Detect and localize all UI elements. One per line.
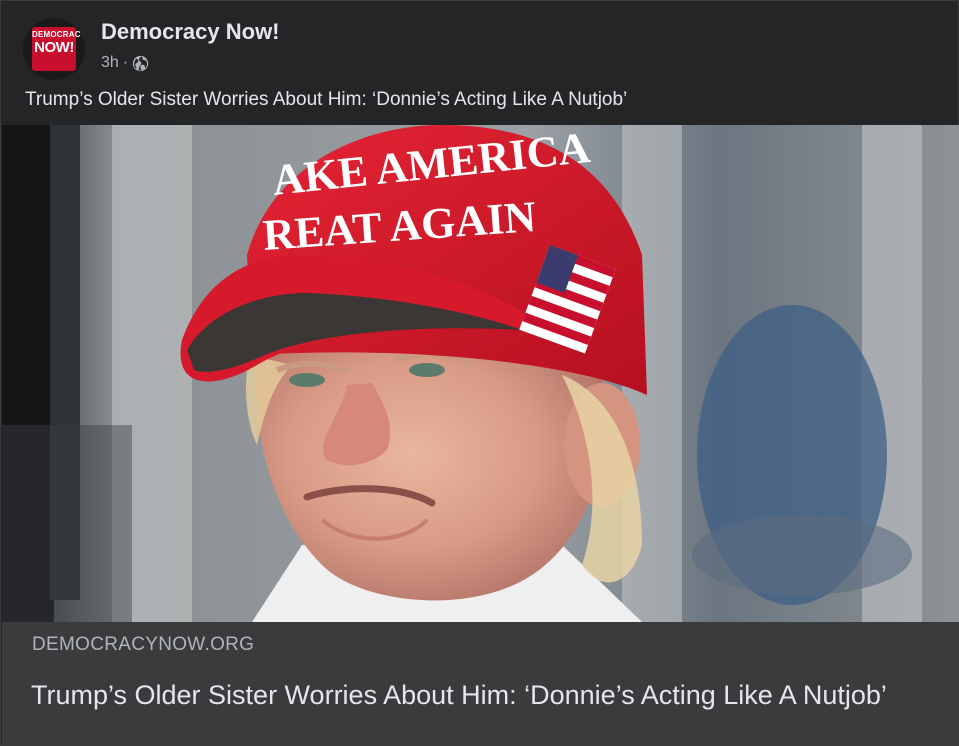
globe-icon [132, 55, 149, 71]
post-photo[interactable]: AKE AMERICA REAT AGAIN [2, 125, 959, 622]
page-name-link[interactable]: Democracy Now! [101, 19, 280, 45]
post-header: DEMOCRACY NOW! Democracy Now! 3h · [1, 1, 959, 89]
trump-maga-hat-photo: AKE AMERICA REAT AGAIN [2, 125, 959, 622]
facebook-post: DEMOCRACY NOW! Democracy Now! 3h · Trump… [0, 0, 959, 746]
meta-separator: · [122, 54, 129, 71]
link-title[interactable]: Trump’s Older Sister Worries About Him: … [31, 680, 887, 711]
post-caption: Trump’s Older Sister Worries About Him: … [25, 89, 628, 110]
logo-text-small: DEMOCRACY [32, 30, 85, 39]
post-timestamp[interactable]: 3h [101, 54, 119, 72]
logo-text-big: NOW! [34, 39, 74, 56]
link-preview-card[interactable]: DEMOCRACYNOW.ORG Trump’s Older Sister Wo… [2, 622, 959, 746]
post-meta: 3h · [101, 54, 149, 72]
page-avatar[interactable]: DEMOCRACY NOW! [23, 18, 85, 80]
link-domain: DEMOCRACYNOW.ORG [32, 634, 255, 655]
